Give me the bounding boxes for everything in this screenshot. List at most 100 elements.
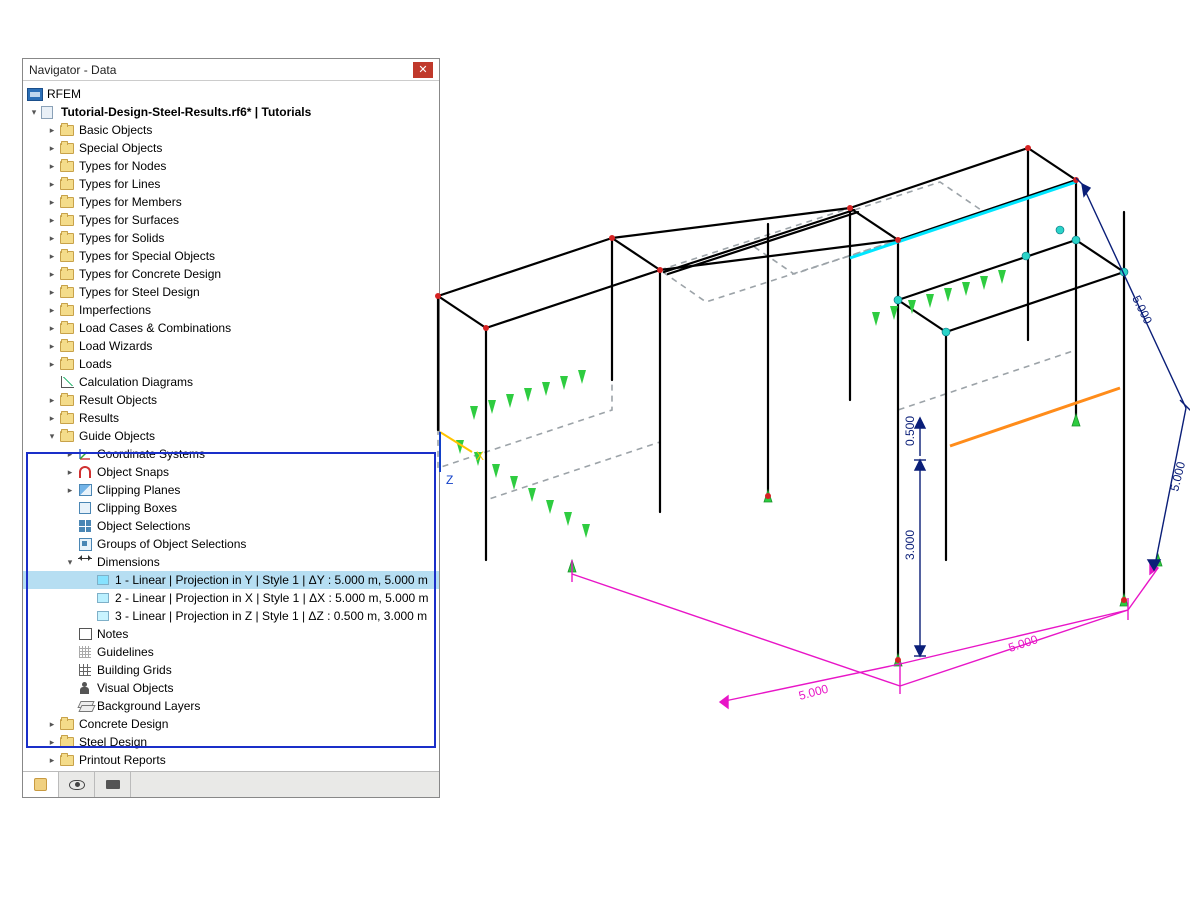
row-result-objects[interactable]: ▸ Result Objects <box>23 391 439 409</box>
close-icon[interactable]: ✕ <box>413 62 433 78</box>
row-types-steel[interactable]: ▸Types for Steel Design <box>23 283 439 301</box>
layers-icon <box>79 701 92 712</box>
row-guide-objects[interactable]: ▾ Guide Objects <box>23 427 439 445</box>
chevron-right-icon[interactable]: ▸ <box>45 393 59 407</box>
tab-display[interactable] <box>59 772 95 797</box>
row-label: Concrete Design <box>79 715 168 733</box>
row-label: 3 - Linear | Projection in Z | Style 1 |… <box>115 607 427 625</box>
chevron-right-icon[interactable]: ▸ <box>45 123 59 137</box>
row-guidelines[interactable]: Guidelines <box>23 643 439 661</box>
row-loads[interactable]: ▸Loads <box>23 355 439 373</box>
row-calc-diagrams[interactable]: Calculation Diagrams <box>23 373 439 391</box>
chevron-right-icon[interactable]: ▸ <box>45 411 59 425</box>
row-label: Background Layers <box>97 697 200 715</box>
chart-icon <box>61 376 74 388</box>
group-icon <box>79 538 92 551</box>
row-types-concrete[interactable]: ▸ Types for Concrete Design <box>23 265 439 283</box>
row-dim-1[interactable]: 1 - Linear | Projection in Y | Style 1 |… <box>23 571 439 589</box>
row-notes[interactable]: Notes <box>23 625 439 643</box>
folder-icon <box>60 287 74 298</box>
row-load-wizards[interactable]: ▸Load Wizards <box>23 337 439 355</box>
row-types-lines[interactable]: ▸Types for Lines <box>23 175 439 193</box>
chevron-down-icon[interactable]: ▾ <box>27 105 41 119</box>
row-visual-objects[interactable]: Visual Objects <box>23 679 439 697</box>
chevron-right-icon[interactable]: ▸ <box>45 339 59 353</box>
chevron-down-icon[interactable]: ▾ <box>63 555 77 569</box>
dim-y1-label: 5.000 <box>1129 293 1155 326</box>
row-concrete-design[interactable]: ▸ Concrete Design <box>23 715 439 733</box>
chevron-down-icon[interactable]: ▾ <box>45 429 59 443</box>
chevron-right-icon[interactable]: ▸ <box>45 267 59 281</box>
color-swatch-icon <box>97 611 109 621</box>
row-label: 1 - Linear | Projection in Y | Style 1 |… <box>115 571 428 589</box>
folder-icon <box>60 413 74 424</box>
chevron-right-icon[interactable]: ▸ <box>63 483 77 497</box>
row-building-grids[interactable]: Building Grids <box>23 661 439 679</box>
row-label: Guidelines <box>97 643 154 661</box>
chevron-right-icon[interactable]: ▸ <box>45 213 59 227</box>
axes-icon <box>78 447 92 461</box>
row-background-layers[interactable]: Background Layers <box>23 697 439 715</box>
row-label: Building Grids <box>97 661 172 679</box>
row-object-snaps[interactable]: ▸Object Snaps <box>23 463 439 481</box>
panel-titlebar: Navigator - Data ✕ <box>23 59 439 81</box>
chevron-right-icon[interactable]: ▸ <box>45 249 59 263</box>
project-row[interactable]: ▾ Tutorial-Design-Steel-Results.rf6* | T… <box>23 103 439 121</box>
chevron-right-icon[interactable]: ▸ <box>45 159 59 173</box>
chevron-right-icon[interactable]: ▸ <box>45 357 59 371</box>
row-special-objects[interactable]: ▸Special Objects <box>23 139 439 157</box>
model-viewport[interactable]: [] Z X <box>420 100 1190 740</box>
row-label: Types for Solids <box>79 229 164 247</box>
chevron-right-icon[interactable]: ▸ <box>45 753 59 767</box>
chevron-right-icon[interactable]: ▸ <box>45 195 59 209</box>
row-basic-objects[interactable]: ▸Basic Objects <box>23 121 439 139</box>
folder-icon <box>60 143 74 154</box>
navigator-panel: Navigator - Data ✕ RFEM ▾ Tutorial-Desig… <box>22 58 440 798</box>
folder-icon <box>60 323 74 334</box>
row-steel-design[interactable]: ▸ Steel Design <box>23 733 439 751</box>
row-clipping-planes[interactable]: ▸Clipping Planes <box>23 481 439 499</box>
row-dimensions[interactable]: ▾Dimensions <box>23 553 439 571</box>
chevron-right-icon[interactable]: ▸ <box>45 735 59 749</box>
data-tab-icon <box>34 778 47 791</box>
row-types-nodes[interactable]: ▸Types for Nodes <box>23 157 439 175</box>
clipping-plane-icon <box>79 484 92 496</box>
row-coordinate-systems[interactable]: ▸Coordinate Systems <box>23 445 439 463</box>
chevron-right-icon[interactable]: ▸ <box>45 177 59 191</box>
folder-icon <box>60 269 74 280</box>
row-label: Result Objects <box>79 391 157 409</box>
chevron-right-icon[interactable]: ▸ <box>45 321 59 335</box>
row-groups-obj-sel[interactable]: Groups of Object Selections <box>23 535 439 553</box>
row-imperfections[interactable]: ▸Imperfections <box>23 301 439 319</box>
folder-icon <box>60 719 74 730</box>
tab-views[interactable] <box>95 772 131 797</box>
chevron-right-icon[interactable]: ▸ <box>45 141 59 155</box>
project-label: Tutorial-Design-Steel-Results.rf6* | Tut… <box>61 103 311 121</box>
row-results[interactable]: ▸ Results <box>23 409 439 427</box>
row-label: Types for Concrete Design <box>79 265 221 283</box>
chevron-right-icon[interactable]: ▸ <box>63 447 77 461</box>
row-clipping-boxes[interactable]: Clipping Boxes <box>23 499 439 517</box>
folder-icon <box>60 251 74 262</box>
row-types-members[interactable]: ▸Types for Members <box>23 193 439 211</box>
row-printout-reports[interactable]: ▸Printout Reports <box>23 751 439 769</box>
chevron-right-icon[interactable]: ▸ <box>45 231 59 245</box>
row-load-cases[interactable]: ▸Load Cases & Combinations <box>23 319 439 337</box>
row-object-selections[interactable]: Object Selections <box>23 517 439 535</box>
chevron-right-icon[interactable]: ▸ <box>63 465 77 479</box>
dim-z-height-label: 3.000 <box>903 530 917 560</box>
chevron-right-icon[interactable]: ▸ <box>45 717 59 731</box>
tab-data[interactable] <box>23 772 59 797</box>
row-types-special[interactable]: ▸Types for Special Objects <box>23 247 439 265</box>
row-dim-2[interactable]: 2 - Linear | Projection in X | Style 1 |… <box>23 589 439 607</box>
chevron-right-icon[interactable]: ▸ <box>45 285 59 299</box>
row-label: Guide Objects <box>79 427 155 445</box>
app-root-row[interactable]: RFEM <box>23 85 439 103</box>
model-svg: [] Z X <box>420 100 1190 740</box>
row-label: Results <box>79 409 119 427</box>
row-label: Steel Design <box>79 733 147 751</box>
row-types-solids[interactable]: ▸ Types for Solids <box>23 229 439 247</box>
chevron-right-icon[interactable]: ▸ <box>45 303 59 317</box>
row-dim-3[interactable]: 3 - Linear | Projection in Z | Style 1 |… <box>23 607 439 625</box>
row-types-surfaces[interactable]: ▸Types for Surfaces <box>23 211 439 229</box>
